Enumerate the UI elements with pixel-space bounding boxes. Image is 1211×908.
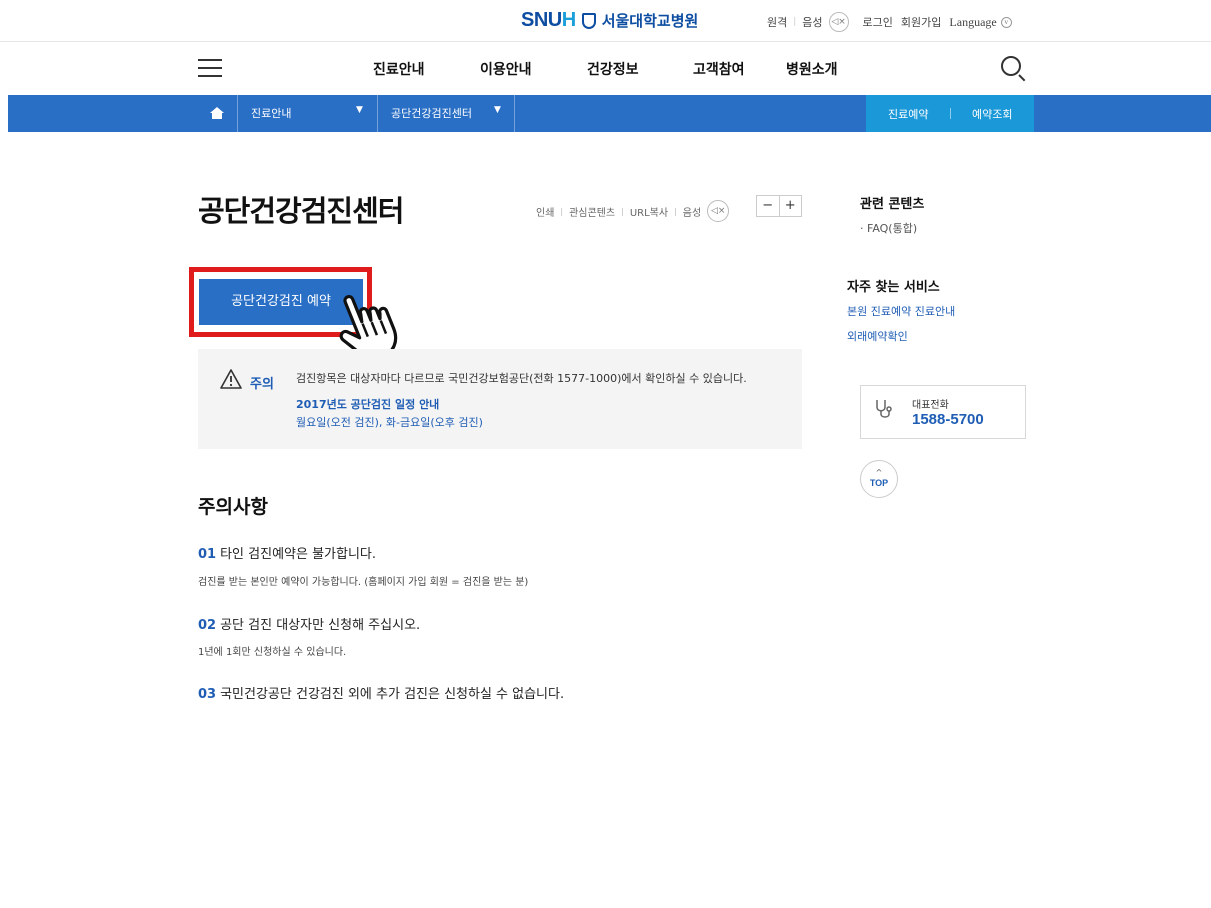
section-title: 주의사항 (198, 496, 268, 518)
login-link[interactable]: 로그인 (863, 14, 893, 30)
breadcrumb-level1[interactable]: 진료안내 (251, 105, 291, 121)
logo-text-en: SNUH (521, 9, 576, 31)
notice-label: 주의 (250, 377, 274, 392)
voice-label: 음성 (802, 16, 823, 29)
caution-heading: 03 국민건강공단 건강검진 외에 추가 검진은 신청하실 수 없습니다. (198, 687, 565, 702)
voice-label: 음성 (682, 207, 702, 219)
stethoscope-icon (876, 400, 892, 418)
divider: | (674, 206, 677, 216)
hospital-logo[interactable]: SNUH 서울대학교병원 (521, 9, 698, 32)
schedule-link[interactable]: 2017년도 공단검진 일정 안내 (296, 396, 439, 412)
breadcrumb-level2[interactable]: 공단건강검진센터 (391, 105, 472, 121)
page-tools: 인쇄 | 관심콘텐츠 | URL복사 | 음성 ◁× (536, 200, 730, 222)
home-icon[interactable] (210, 107, 224, 119)
services-title: 자주 찾는 서비스 (847, 280, 940, 295)
url-copy-button[interactable]: URL복사 (630, 204, 668, 219)
language-selector[interactable]: Language v (949, 15, 1012, 30)
nav-item-health-info[interactable]: 건강정보 (587, 59, 693, 79)
gnb-menu: 진료안내 이용안내 건강정보 고객참여 병원소개 (373, 59, 838, 79)
chevron-up-icon: ^ (875, 468, 883, 477)
service-links-row1[interactable]: 본원 진료예약 진료안내 (847, 303, 955, 319)
back-to-top-button[interactable]: ^ TOP (860, 460, 898, 498)
chevron-down-icon[interactable]: ▼ (356, 105, 363, 115)
faq-link[interactable]: · FAQ(통합) (860, 220, 917, 236)
zoom-out-button[interactable]: − (757, 196, 780, 216)
utility-links: 원격 | 음성 ◁× 로그인 회원가입 Language v (767, 12, 1012, 32)
nav-item-about[interactable]: 병원소개 (786, 59, 838, 79)
nav-item-usage-guide[interactable]: 이용안내 (480, 59, 587, 79)
related-content-title: 관련 콘텐츠 (860, 197, 925, 212)
zoom-in-button[interactable]: + (780, 196, 802, 216)
divider (237, 95, 238, 132)
speaker-mute-icon[interactable]: ◁× (828, 12, 849, 32)
notice-box (198, 349, 802, 449)
phone-number[interactable]: 1588-5700 (912, 411, 984, 428)
divider: | (793, 17, 797, 27)
favorite-button[interactable]: 관심콘텐츠 (569, 204, 615, 219)
divider (950, 108, 951, 119)
chevron-down-icon[interactable]: ▼ (494, 105, 501, 115)
divider (514, 95, 515, 132)
warning-icon (220, 369, 242, 389)
search-icon[interactable] (1000, 55, 1026, 82)
logo-text-kr: 서울대학교병원 (601, 12, 699, 30)
logo-emblem-icon (581, 12, 596, 29)
caution-heading: 02 공단 검진 대상자만 신청해 주십시오. (198, 618, 421, 633)
notice-text: 검진항목은 대상자마다 다르므로 국민건강보험공단(전화 1577-1000)에… (296, 372, 747, 385)
top-utility-bar: SNUH 서울대학교병원 원격 | 음성 ◁× 로그인 회원가입 Languag… (0, 0, 1211, 42)
appointment-check-link[interactable]: 외래예약확인 (847, 328, 908, 344)
main-navigation: 진료안내 이용안내 건강정보 고객참여 병원소개 (0, 43, 1211, 95)
schedule-detail: 월요일(오전 검진), 화-금요일(오후 검진) (296, 416, 483, 429)
divider: | (621, 206, 624, 216)
remote-link[interactable]: 원격 (767, 14, 787, 30)
quick-links: 진료예약 예약조회 (866, 95, 1034, 132)
print-button[interactable]: 인쇄 (536, 204, 554, 219)
location-bar: 진료안내 ▼ 공단건강검진센터 ▼ 진료예약 예약조회 (8, 95, 1211, 132)
divider (377, 95, 378, 132)
font-zoom-control: − + (756, 195, 802, 217)
join-link[interactable]: 회원가입 (901, 14, 941, 30)
page-title: 공단건강검진센터 (198, 194, 404, 228)
nav-item-medical-guide[interactable]: 진료안내 (373, 59, 480, 79)
phone-label: 대표전화 (912, 400, 949, 411)
reservation-link[interactable]: 진료예약 (888, 106, 928, 122)
caution-description: 검진를 받는 본인만 예약이 가능합니다. (홈페이지 가입 회원 = 검진을 … (198, 577, 529, 588)
nav-item-customer[interactable]: 고객참여 (693, 59, 786, 79)
chevron-down-icon: v (1000, 16, 1012, 28)
caution-heading: 01 타인 검진예약은 불가합니다. (198, 547, 377, 562)
menu-icon[interactable] (198, 59, 222, 77)
reservation-lookup-link[interactable]: 예약조회 (972, 106, 1012, 122)
divider: | (560, 206, 564, 216)
caution-description: 1년에 1회만 신청하실 수 있습니다. (198, 647, 347, 658)
speaker-mute-icon[interactable]: ◁× (707, 200, 730, 222)
